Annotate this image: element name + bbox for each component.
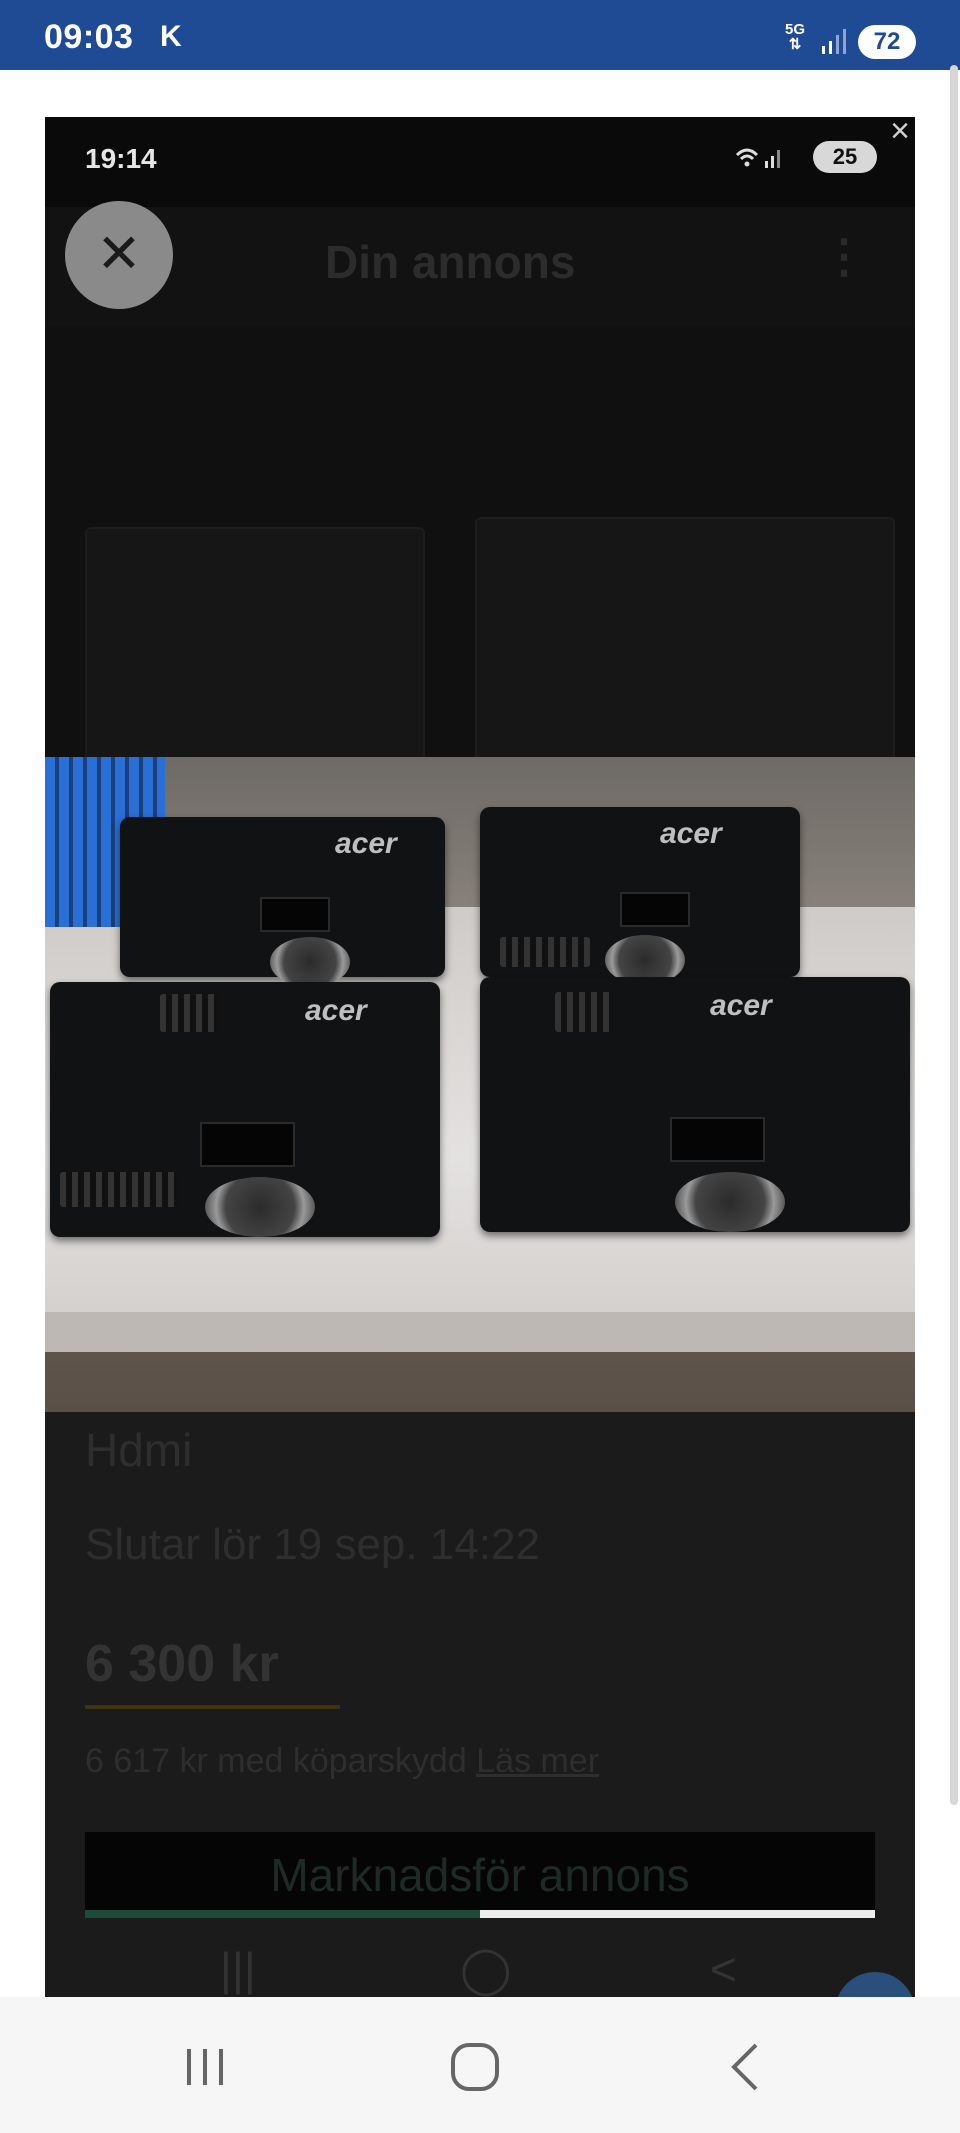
lens-window	[260, 897, 330, 932]
dimmed-listing: Hdmi Slutar lör 19 sep. 14:22 6 300 kr 6…	[45, 1412, 915, 1997]
projector-top-right: acer	[480, 807, 800, 985]
more-options-icon: ⋮	[821, 230, 867, 282]
lens-window	[620, 892, 690, 927]
status-time: 09:03	[44, 18, 134, 56]
promote-listing-button: Marknadsför annons	[85, 1832, 875, 1912]
listing-price: 6 300 kr	[85, 1635, 279, 1693]
close-icon[interactable]: ×	[885, 117, 915, 148]
lens-window	[200, 1122, 295, 1167]
price-underline	[85, 1705, 340, 1709]
image-viewer: 19:14 25 ✕ Din annons ⋮ acer acer acer a…	[45, 117, 915, 1997]
wifi-signal-icon	[735, 148, 780, 168]
story-progress-remaining	[480, 1910, 875, 1918]
projector-bottom-left: acer	[50, 982, 440, 1237]
dimmed-title: Din annons	[325, 236, 576, 288]
listing-title: Hdmi	[85, 1424, 193, 1476]
lens-window	[670, 1117, 765, 1162]
vent	[60, 1172, 180, 1207]
dimmed-photo	[45, 327, 915, 817]
carrier-label: K	[160, 20, 182, 53]
keypad	[555, 992, 613, 1032]
inner-time: 19:14	[85, 143, 157, 174]
listing-end-time: Slutar lör 19 sep. 14:22	[85, 1520, 540, 1569]
dimmed-recent-icon: |||	[220, 1943, 256, 1995]
inner-battery: 25	[813, 141, 877, 173]
inner-status-bar: 19:14 25	[45, 117, 915, 207]
lens	[270, 937, 350, 987]
close-icon[interactable]: ✕	[65, 201, 173, 309]
scrollbar[interactable]	[950, 65, 958, 1805]
status-bar: 09:03 K 5G ⇅ 72	[0, 0, 960, 70]
system-nav-bar	[0, 1997, 960, 2133]
read-more-link: Läs mer	[476, 1742, 600, 1780]
lens	[675, 1172, 785, 1232]
projector-brand: acer	[335, 827, 397, 860]
recent-apps-icon[interactable]	[170, 2037, 240, 2097]
projector-bottom-right: acer	[480, 977, 910, 1232]
projector-brand: acer	[710, 989, 772, 1022]
table-edge	[45, 1312, 915, 1352]
buyer-protection: 6 617 kr med köparskydd Läs mer	[85, 1742, 600, 1780]
home-icon[interactable]	[440, 2037, 510, 2097]
dimmed-home-icon: ◯	[460, 1943, 512, 1995]
vent	[500, 937, 590, 967]
projector-brand: acer	[660, 817, 722, 850]
network-icon: 5G ⇅	[784, 21, 805, 53]
signal-icon	[822, 29, 846, 54]
story-progress-done	[85, 1910, 480, 1918]
product-photo[interactable]: acer acer acer acer	[45, 757, 915, 1412]
lens	[205, 1177, 315, 1237]
dimmed-nav-bar: ||| ◯ <	[45, 1942, 915, 1997]
battery-indicator: 72	[858, 25, 916, 59]
back-icon[interactable]	[710, 2037, 780, 2097]
projector-brand: acer	[305, 994, 367, 1027]
projector-top-left: acer	[120, 817, 445, 987]
dimmed-back-icon: <	[710, 1943, 737, 1995]
keypad	[160, 994, 220, 1032]
